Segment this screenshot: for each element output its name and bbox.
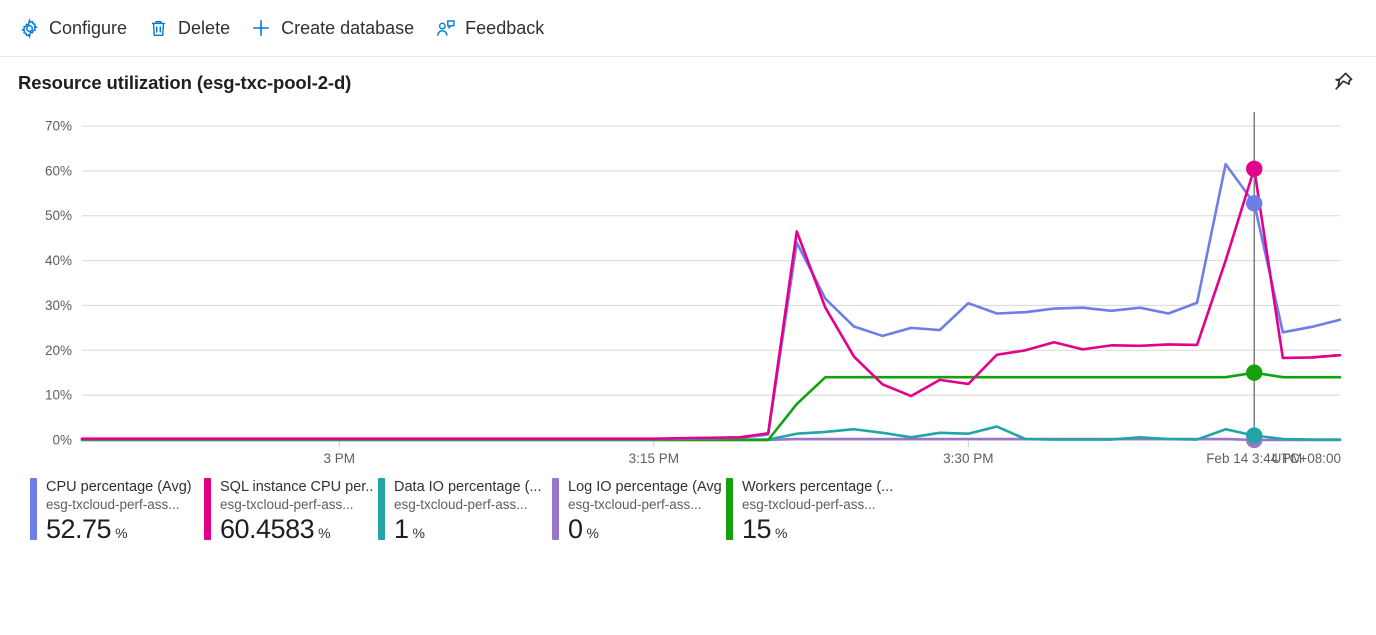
hover-marker [1246, 160, 1263, 178]
legend-color-swatch [30, 478, 37, 540]
plus-icon [250, 17, 272, 39]
create-database-button[interactable]: Create database [244, 11, 428, 45]
hover-marker [1246, 427, 1263, 444]
legend-item[interactable]: SQL instance CPU per... esg-txcloud-perf-… [204, 478, 378, 543]
legend-resource-name: esg-txcloud-perf-ass... [220, 497, 354, 512]
page-title: Resource utilization (esg-txc-pool-2-d) [18, 72, 352, 93]
legend-metric-name: SQL instance CPU per... [220, 479, 374, 495]
legend-unit: % [115, 525, 128, 541]
series-line-projection [1311, 353, 1341, 359]
y-tick-label: 40% [45, 253, 72, 268]
chart-header: Resource utilization (esg-txc-pool-2-d) [0, 57, 1376, 109]
series-line [80, 371, 1342, 442]
y-tick-label: 0% [52, 433, 72, 448]
x-tick-label: 3 PM [324, 451, 356, 466]
legend-body: CPU percentage (Avg) esg-txcloud-perf-ass… [46, 478, 192, 543]
legend-resource-name: esg-txcloud-perf-ass... [568, 497, 702, 512]
y-tick-label: 20% [45, 343, 72, 358]
legend-unit: % [412, 525, 425, 541]
legend-resource-name: esg-txcloud-perf-ass... [46, 497, 180, 512]
legend-unit: % [318, 525, 331, 541]
legend-value: 1 [394, 514, 409, 543]
delete-button[interactable]: Delete [141, 11, 244, 45]
legend-item[interactable]: CPU percentage (Avg) esg-txcloud-perf-ass… [30, 478, 204, 543]
x-tick-label: 3:15 PM [629, 451, 679, 466]
hover-marker [1246, 364, 1263, 381]
y-tick-label: 60% [45, 163, 72, 178]
legend-value-row: 60.4583% [220, 515, 374, 543]
series-line [80, 167, 1342, 440]
chart-svg[interactable]: 0% 10% 20% 30% 40% 50% 60% 70% 3 PM 3:15 PM 3:30 … [0, 109, 1376, 474]
chart-series-lines [80, 162, 1342, 442]
legend-resource-name: esg-txcloud-perf-ass... [742, 497, 876, 512]
pin-icon [1331, 70, 1355, 97]
chart-legend: CPU percentage (Avg) esg-txcloud-perf-ass… [0, 478, 1376, 543]
legend-unit: % [586, 525, 599, 541]
configure-label: Configure [49, 17, 128, 38]
legend-resource-name: esg-txcloud-perf-ass... [394, 497, 528, 512]
feedback-label: Feedback [465, 17, 545, 38]
legend-color-swatch [204, 478, 211, 540]
y-tick-label: 70% [45, 119, 72, 134]
x-tick-label: 3:30 PM [943, 451, 993, 466]
legend-value: 60.4583 [220, 514, 315, 543]
configure-button[interactable]: Configure [12, 11, 141, 45]
feedback-button[interactable]: Feedback [428, 11, 558, 45]
delete-label: Delete [178, 17, 231, 38]
legend-body: SQL instance CPU per... esg-txcloud-perf-… [220, 478, 374, 543]
command-bar: Configure Delete Create database Feedbac… [0, 0, 1376, 57]
legend-metric-name: CPU percentage (Avg) [46, 479, 192, 495]
trash-icon [147, 17, 169, 39]
series-line [80, 162, 1342, 441]
chart-gridlines [82, 125, 1340, 441]
legend-value-row: 15% [742, 515, 893, 543]
create-database-label: Create database [281, 17, 415, 38]
legend-value-row: 52.75% [46, 515, 192, 543]
hover-marker [1246, 195, 1263, 212]
legend-body: Workers percentage (... esg-txcloud-perf-… [742, 478, 893, 543]
legend-body: Data IO percentage (... esg-txcloud-perf-… [394, 478, 542, 543]
legend-metric-name: Log IO percentage (Avg) [568, 479, 722, 495]
legend-value: 0 [568, 514, 583, 543]
legend-body: Log IO percentage (Avg) esg-txcloud-perf-… [568, 478, 722, 543]
person-feedback-icon [434, 17, 456, 39]
legend-item[interactable]: Data IO percentage (... esg-txcloud-perf-… [378, 478, 552, 543]
legend-color-swatch [552, 478, 559, 540]
legend-value-row: 1% [394, 515, 542, 543]
legend-metric-name: Workers percentage (... [742, 479, 894, 495]
legend-metric-name: Data IO percentage (... [394, 479, 542, 495]
pin-button[interactable] [1326, 66, 1360, 100]
resource-utilization-chart[interactable]: 0% 10% 20% 30% 40% 50% 60% 70% 3 PM 3:15 PM 3:30 … [0, 109, 1376, 474]
legend-color-swatch [726, 478, 733, 540]
y-tick-label: 30% [45, 298, 72, 313]
chart-x-axis-labels: 3 PM 3:15 PM 3:30 PM Feb 14 3:44 PM [324, 451, 1303, 466]
legend-value: 15 [742, 514, 772, 543]
legend-value: 52.75 [46, 514, 112, 543]
legend-unit: % [775, 525, 788, 541]
chart-y-axis-labels: 0% 10% 20% 30% 40% 50% 60% 70% [45, 119, 72, 448]
y-tick-label: 10% [45, 388, 72, 403]
legend-item[interactable]: Log IO percentage (Avg) esg-txcloud-perf-… [552, 478, 726, 543]
y-tick-label: 50% [45, 208, 72, 223]
gear-icon [18, 17, 40, 39]
legend-color-swatch [378, 478, 385, 540]
legend-value-row: 0% [568, 515, 722, 543]
chart-timezone-label: UTC+08:00 [1272, 451, 1341, 466]
legend-item[interactable]: Workers percentage (... esg-txcloud-perf-… [726, 478, 900, 543]
timezone-label: UTC+08:00 [1272, 451, 1341, 466]
